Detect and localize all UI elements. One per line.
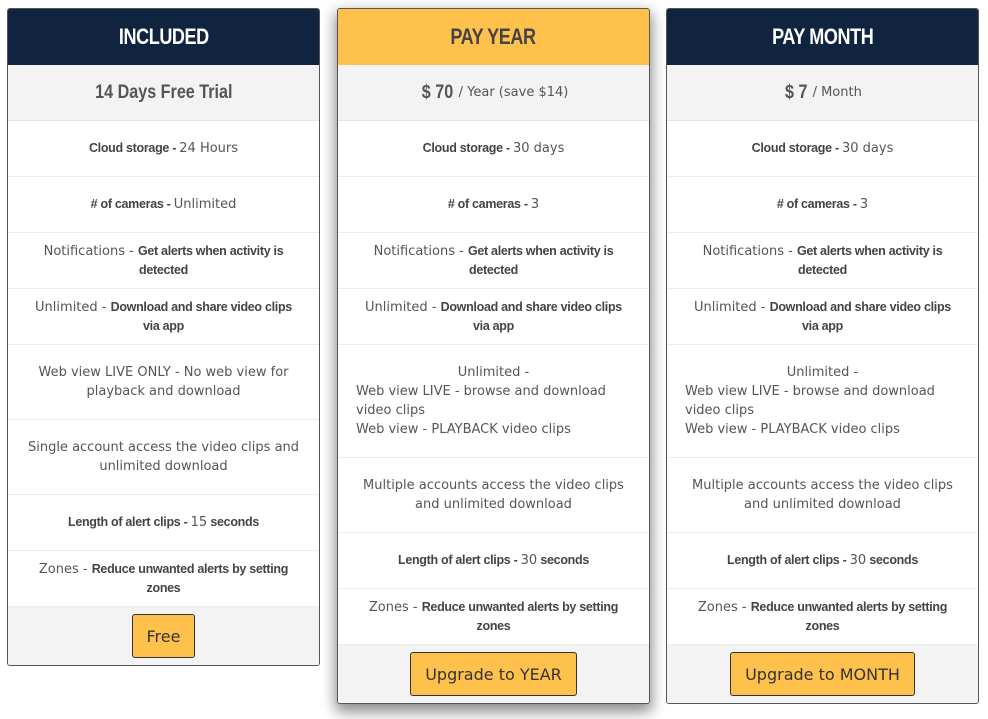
feature-notifications: Notifications - Get alerts when activity… xyxy=(338,233,649,289)
feature-accounts: Single account access the video clips an… xyxy=(8,420,319,495)
feature-clips: Unlimited - Download and share video cli… xyxy=(338,289,649,345)
feature-clips: Unlimited - Download and share video cli… xyxy=(667,289,978,345)
price-main: $ 70 xyxy=(421,81,453,103)
feature-accounts: Multiple accounts access the video clips… xyxy=(667,458,978,533)
plan-card-pay-month: PAY MONTH $ 7 / Month Cloud storage - 30 … xyxy=(666,8,979,704)
plan-title: PAY YEAR xyxy=(450,24,537,49)
feature-zones: Zones - Reduce unwanted alerts by settin… xyxy=(667,589,978,645)
feature-accounts: Multiple accounts access the video clips… xyxy=(338,458,649,533)
price-sub: / Month xyxy=(812,85,862,100)
price-main: 14 Days Free Trial xyxy=(94,81,233,103)
feature-zones: Zones - Reduce unwanted alerts by settin… xyxy=(338,589,649,645)
plan-price: $ 7 / Month xyxy=(667,65,978,121)
feature-clips: Unlimited - Download and share video cli… xyxy=(8,289,319,345)
price-sub: / Year (save $14) xyxy=(458,85,569,100)
plan-title: PAY MONTH xyxy=(771,24,874,49)
upgrade-month-button[interactable]: Upgrade to MONTH xyxy=(730,652,915,696)
plan-footer: Free xyxy=(8,607,319,665)
free-button[interactable]: Free xyxy=(131,614,196,658)
feature-cameras: # of cameras - Unlimited xyxy=(8,177,319,233)
feature-zones: Zones - Reduce unwanted alerts by settin… xyxy=(8,551,319,607)
plan-price: $ 70 / Year (save $14) xyxy=(338,65,649,121)
feature-notifications: Notifications - Get alerts when activity… xyxy=(8,233,319,289)
feature-notifications: Notifications - Get alerts when activity… xyxy=(667,233,978,289)
feature-cloud-storage: Cloud storage - 30 days xyxy=(667,121,978,177)
feature-clip-length: Length of alert clips - 30 seconds xyxy=(667,533,978,589)
feature-web-view: Unlimited - Web view LIVE - browse and do… xyxy=(338,345,649,458)
plan-header: PAY MONTH xyxy=(667,9,978,65)
plan-header: INCLUDED xyxy=(8,9,319,65)
feature-cameras: # of cameras - 3 xyxy=(338,177,649,233)
feature-web-view: Unlimited - Web view LIVE - browse and do… xyxy=(667,345,978,458)
plan-card-included: INCLUDED 14 Days Free Trial Cloud storag… xyxy=(7,8,320,666)
price-main: $ 7 xyxy=(785,81,808,103)
feature-clip-length: Length of alert clips - 15 seconds xyxy=(8,495,319,551)
plan-footer: Upgrade to MONTH xyxy=(667,645,978,703)
feature-cloud-storage: Cloud storage - 30 days xyxy=(338,121,649,177)
plan-card-pay-year: PAY YEAR $ 70 / Year (save $14) Cloud sto… xyxy=(337,8,650,704)
plan-header: PAY YEAR xyxy=(338,9,649,65)
feature-cloud-storage: Cloud storage - 24 Hours xyxy=(8,121,319,177)
plan-footer: Upgrade to YEAR xyxy=(338,645,649,703)
feature-web-view: Web view LIVE ONLY - No web view for pla… xyxy=(8,345,319,420)
plan-title: INCLUDED xyxy=(118,24,209,49)
feature-clip-length: Length of alert clips - 30 seconds xyxy=(338,533,649,589)
plan-price: 14 Days Free Trial xyxy=(8,65,319,121)
upgrade-year-button[interactable]: Upgrade to YEAR xyxy=(410,652,577,696)
feature-cameras: # of cameras - 3 xyxy=(667,177,978,233)
